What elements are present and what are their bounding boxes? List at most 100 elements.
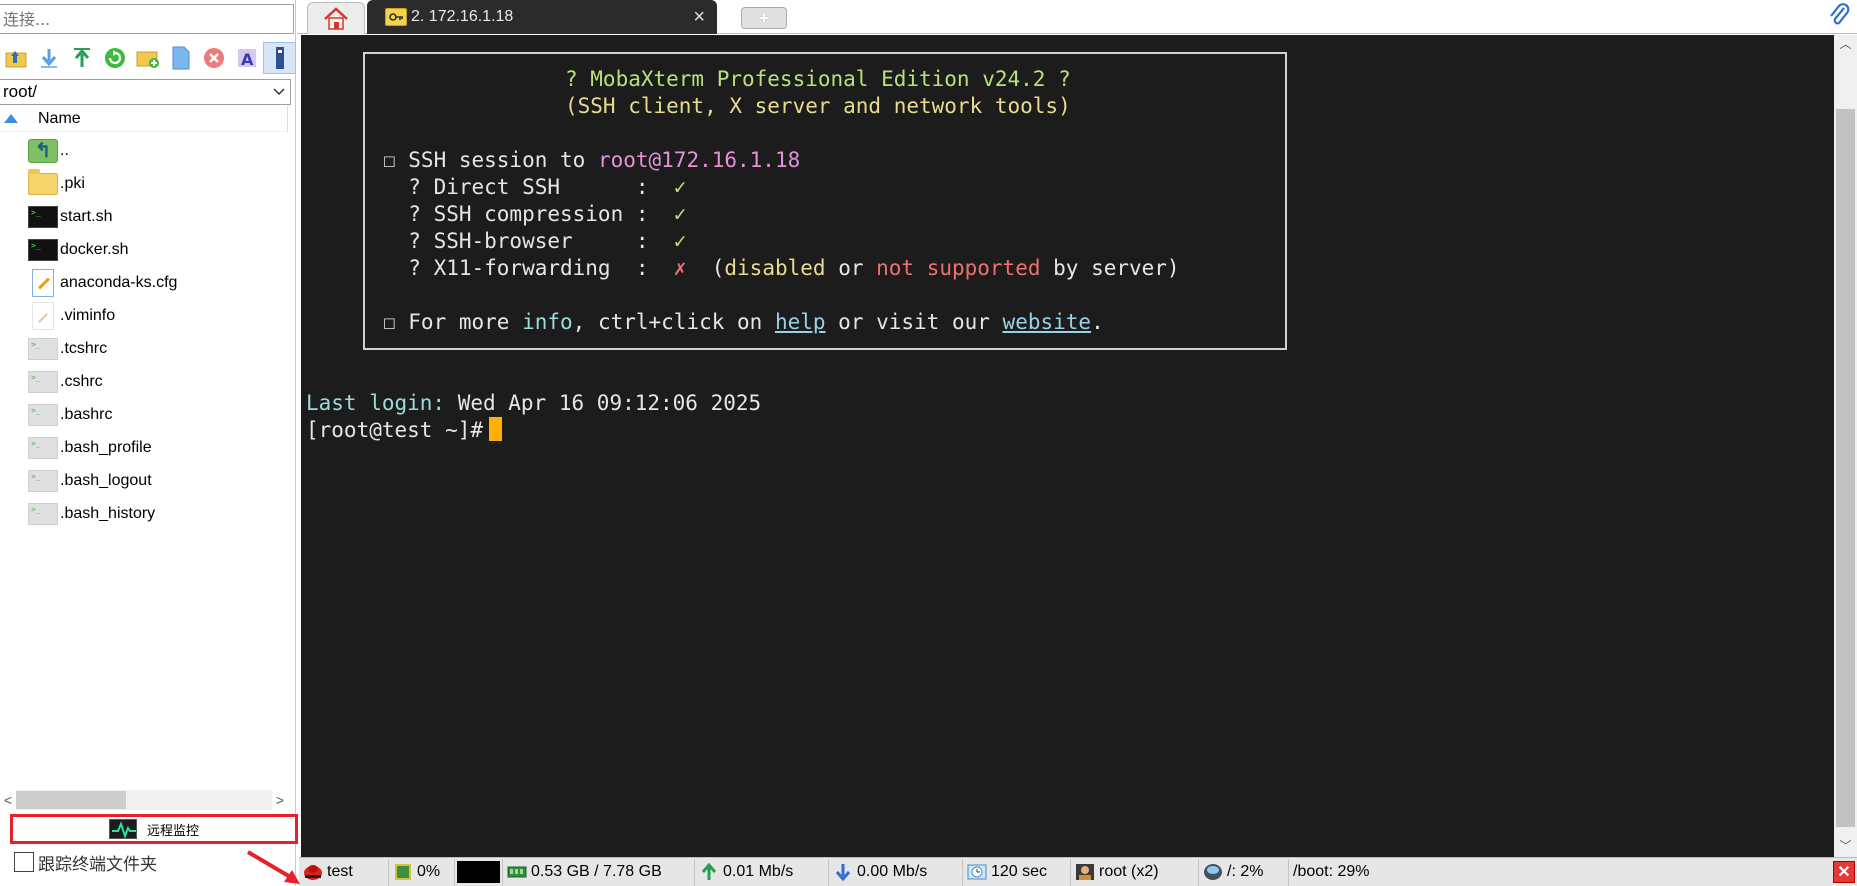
status-upload[interactable]: 0.01 Mb/s — [695, 858, 829, 886]
more-info-line: ☐ For more info, ctrl+click on help or v… — [383, 310, 1104, 334]
terminal-view[interactable]: ? MobaXterm Professional Edition v24.2 ?… — [301, 35, 1834, 857]
scroll-right-icon[interactable]: > — [272, 792, 288, 808]
close-icon[interactable]: × — [693, 6, 705, 29]
file-row[interactable]: >_ .cshrc — [0, 365, 288, 398]
file-name: .. — [60, 141, 69, 159]
close-session-button[interactable]: ✕ — [1833, 861, 1855, 883]
new-folder-button[interactable] — [132, 42, 165, 74]
status-host[interactable]: test — [299, 858, 389, 886]
disk-boot-value: /boot: 29% — [1293, 863, 1370, 880]
file-row[interactable]: .pki — [0, 167, 288, 200]
status-disk-boot[interactable]: /boot: 29% — [1289, 859, 1389, 886]
config-file-icon — [32, 268, 54, 297]
scroll-up-icon[interactable]: ︿ — [1834, 35, 1857, 55]
horizontal-scrollbar[interactable]: < > — [0, 790, 288, 810]
status-disk-root[interactable]: /: 2% — [1199, 858, 1289, 886]
shell-prompt-line: [root@test ~]# — [306, 417, 503, 444]
download-button[interactable] — [33, 42, 66, 74]
remote-monitoring-button[interactable]: 远程监控 — [10, 814, 298, 844]
session-host: root@172.16.1.18 — [597, 148, 801, 172]
file-row[interactable]: >_ .bash_profile — [0, 431, 288, 464]
file-name: docker.sh — [60, 240, 129, 258]
name-column-label: Name — [38, 109, 81, 127]
status-uptime[interactable]: 120 sec — [963, 858, 1071, 886]
hidden-script-icon: >_ — [28, 403, 58, 426]
hidden-script-icon: >_ — [28, 502, 58, 525]
file-name: .pki — [60, 174, 85, 192]
bookmark-icon — [275, 47, 284, 69]
check-icon: ✓ — [673, 202, 687, 226]
rename-icon: A — [237, 49, 256, 69]
folder-up-icon — [5, 51, 27, 68]
sort-ascending-icon — [4, 114, 18, 123]
scroll-thumb[interactable] — [16, 791, 126, 809]
last-login-line: Last login: Wed Apr 16 09:12:06 2025 — [306, 391, 762, 415]
connect-input[interactable] — [0, 4, 294, 34]
name-column-header[interactable]: Name — [0, 106, 288, 132]
file-row[interactable]: >_ docker.sh — [0, 233, 288, 266]
tab-ssh-session[interactable]: 2. 172.16.1.18 × — [367, 0, 717, 34]
refresh-icon — [105, 48, 126, 68]
scroll-track[interactable] — [16, 790, 272, 810]
close-icon: ✕ — [1837, 864, 1851, 881]
scroll-thumb[interactable] — [1836, 109, 1855, 827]
file-row[interactable]: >_ .bash_logout — [0, 464, 288, 497]
download-icon — [41, 49, 58, 68]
scroll-left-icon[interactable]: < — [0, 792, 16, 808]
paperclip-button[interactable] — [1827, 2, 1851, 30]
status-cpu[interactable]: 0% — [389, 858, 455, 886]
hidden-script-icon: >_ — [28, 370, 58, 393]
website-link[interactable]: website — [1003, 310, 1092, 334]
file-row[interactable]: >_ .tcshrc — [0, 332, 288, 365]
file-row[interactable]: ↰ .. — [0, 134, 288, 167]
new-file-button[interactable] — [164, 42, 197, 74]
check-icon: ✓ — [673, 175, 687, 199]
banner-title: ? MobaXterm Professional Edition v24.2 ? — [565, 67, 1071, 91]
new-file-icon — [172, 46, 190, 70]
new-folder-icon — [136, 51, 159, 68]
bookmark-button[interactable] — [263, 42, 297, 74]
compression-line: ? SSH compression : ✓ — [383, 202, 687, 226]
upload-button[interactable] — [66, 42, 99, 74]
file-row[interactable]: >_ .bash_history — [0, 497, 288, 530]
paperclip-icon — [1830, 3, 1850, 25]
parent-dir-button[interactable] — [0, 42, 33, 74]
file-name: .cshrc — [60, 372, 103, 390]
new-tab-button[interactable]: + — [741, 7, 787, 29]
status-memory[interactable]: 0.53 GB / 7.78 GB — [503, 858, 695, 886]
annotation-arrow-icon — [246, 850, 300, 884]
refresh-button[interactable] — [99, 42, 132, 74]
banner-subtitle: (SSH client, X server and network tools) — [565, 94, 1071, 118]
help-link[interactable]: help — [775, 310, 826, 334]
plus-icon: + — [758, 7, 770, 28]
cpu-value: 0% — [417, 863, 441, 880]
column-separator[interactable] — [287, 106, 288, 132]
file-row[interactable]: >_ .bashrc — [0, 398, 288, 431]
memory-icon — [507, 866, 527, 878]
file-row[interactable]: .viminfo — [0, 299, 288, 332]
shell-script-icon: >_ — [28, 205, 58, 228]
uptime-value: 120 sec — [991, 863, 1048, 880]
monitor-icon — [108, 819, 137, 839]
rename-button[interactable]: A — [230, 42, 263, 74]
tab-home[interactable] — [307, 2, 365, 34]
status-download[interactable]: 0.00 Mb/s — [829, 858, 963, 886]
file-row[interactable]: >_ start.sh — [0, 200, 288, 233]
delete-button[interactable] — [197, 42, 230, 74]
follow-terminal-checkbox[interactable] — [14, 852, 34, 872]
status-users[interactable]: root (x2) — [1071, 858, 1199, 886]
scroll-down-icon[interactable]: ﹀ — [1834, 837, 1857, 857]
x11-line: ? X11-forwarding : ✗ (disabled or not su… — [383, 256, 1180, 280]
chevron-down-icon — [273, 88, 285, 96]
shell-prompt: [root@test ~]# — [306, 418, 484, 442]
terminal-vertical-scrollbar[interactable]: ︿ ﹀ — [1834, 35, 1857, 857]
path-select[interactable]: root/ — [0, 79, 291, 105]
direct-ssh-line: ? Direct SSH : ✓ — [383, 175, 687, 199]
cpu-icon — [395, 864, 411, 880]
disk-root-value: /: 2% — [1227, 863, 1264, 880]
file-row[interactable]: anaconda-ks.cfg — [0, 266, 288, 299]
remote-monitoring-label: 远程监控 — [146, 823, 199, 839]
follow-terminal-folder-toggle[interactable]: 跟踪终端文件夹 — [14, 850, 157, 875]
users-value: root (x2) — [1099, 863, 1159, 880]
host-name: test — [327, 863, 353, 880]
